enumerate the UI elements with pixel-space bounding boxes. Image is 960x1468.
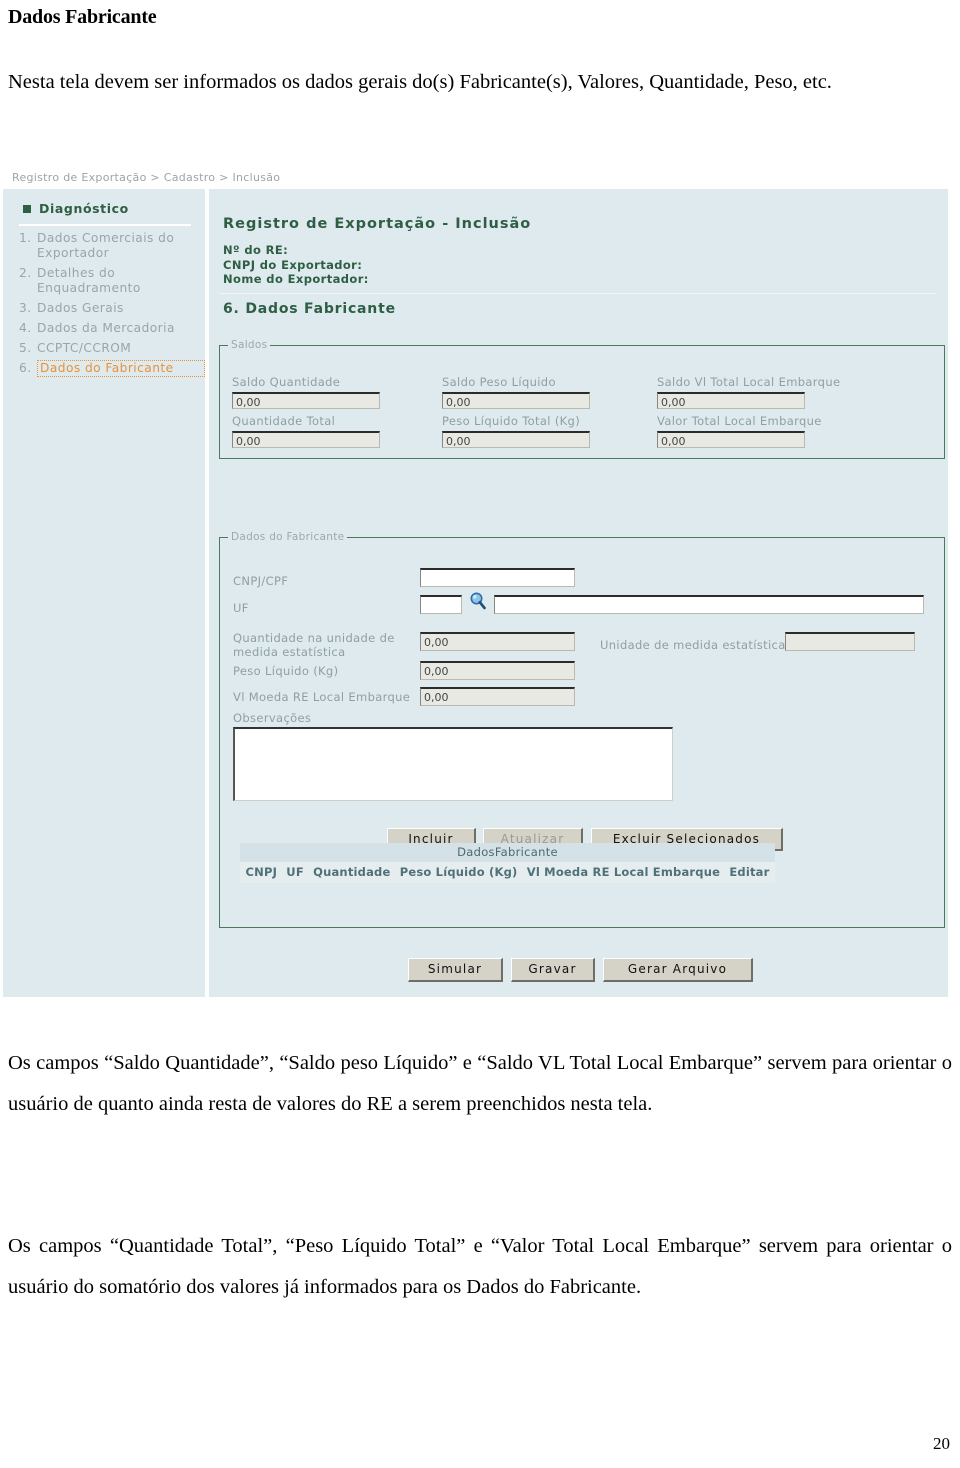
sidebar: Diagnóstico 1. Dados Comerciais do Expor… <box>3 189 207 997</box>
dados-fabricante-legend: Dados do Fabricante <box>231 531 345 543</box>
nome-exportador-label: Nome do Exportador: <box>223 272 369 286</box>
grid-col-peso: Peso Líquido (Kg) <box>399 865 518 879</box>
sidebar-item-label: Detalhes do Enquadramento <box>37 266 141 295</box>
quantidade-total-label: Quantidade Total <box>232 414 336 428</box>
unidade-medida-estatistica-label: Unidade de medida estatística <box>600 638 786 652</box>
saldos-legend: Saldos <box>231 339 268 351</box>
grid-header-row: CNPJ UF Quantidade Peso Líquido (Kg) Vl … <box>240 862 775 883</box>
quantidade-unidade-medida-input[interactable]: 0,00 <box>420 632 575 651</box>
quantidade-total-input[interactable]: 0,00 <box>232 431 380 448</box>
quantidade-unidade-medida-label: Quantidade na unidade de medida estatíst… <box>233 631 395 659</box>
vl-moeda-re-local-embarque-label: Vl Moeda RE Local Embarque <box>233 690 411 704</box>
header-divider <box>219 293 937 294</box>
uf-input[interactable] <box>420 595 462 614</box>
grid-col-editar: Editar <box>729 865 770 879</box>
saldo-quantidade-label: Saldo Quantidade <box>232 375 341 389</box>
sidebar-item-label: Dados Gerais <box>37 301 124 315</box>
valor-total-local-embarque-input[interactable]: 0,00 <box>657 431 805 448</box>
sidebar-item-dados-mercadoria[interactable]: 4. Dados da Mercadoria <box>19 320 205 337</box>
simular-button[interactable]: Simular <box>408 958 503 982</box>
sidebar-diagnostico-label: Diagnóstico <box>39 201 129 216</box>
cnpj-cpf-input[interactable] <box>420 568 575 587</box>
cnpj-cpf-label: CNPJ/CPF <box>233 574 289 588</box>
saldo-peso-liquido-label: Saldo Peso Líquido <box>442 375 556 389</box>
sidebar-item-detalhes-enquadramento[interactable]: 2. Detalhes do Enquadramento <box>19 265 205 297</box>
square-bullet-icon <box>23 204 31 213</box>
sidebar-item-label: Dados Comerciais do Exportador <box>37 231 175 260</box>
main-panel: Registro de Exportação - Inclusão Nº do … <box>209 189 948 997</box>
grid-col-cnpj: CNPJ <box>245 865 278 879</box>
saldos-fieldset: Saldos Saldo Quantidade Saldo Peso Líqui… <box>219 339 945 459</box>
sidebar-item-dados-gerais[interactable]: 3. Dados Gerais <box>19 300 205 317</box>
dados-fabricante-fieldset: Dados do Fabricante CNPJ/CPF UF Quantida… <box>219 531 945 928</box>
sidebar-item-number: 6. <box>19 361 32 375</box>
sidebar-divider <box>19 224 191 226</box>
app-title: Registro de Exportação - Inclusão <box>223 216 532 232</box>
saldo-vl-total-local-embarque-label: Saldo Vl Total Local Embarque <box>657 375 841 389</box>
peso-liquido-total-input[interactable]: 0,00 <box>442 431 590 448</box>
grid-col-uf: UF <box>286 865 304 879</box>
observacoes-textarea[interactable] <box>233 727 673 801</box>
application-screenshot: Registro de Exportação > Cadastro > Incl… <box>0 163 948 999</box>
magnifier-icon[interactable] <box>468 591 488 611</box>
dados-fabricante-grid: DadosFabricante CNPJ UF Quantidade Peso … <box>240 843 775 883</box>
section-title: 6. Dados Fabricante <box>223 301 396 317</box>
vl-moeda-re-local-embarque-input[interactable]: 0,00 <box>420 687 575 706</box>
peso-liquido-input[interactable]: 0,00 <box>420 661 575 680</box>
sidebar-item-number: 1. <box>19 231 32 245</box>
saldo-vl-total-local-embarque-input[interactable]: 0,00 <box>657 392 805 409</box>
sidebar-item-number: 2. <box>19 266 32 280</box>
re-number-label: Nº do RE: <box>223 243 289 257</box>
sidebar-item-number: 5. <box>19 341 32 355</box>
sidebar-item-number: 3. <box>19 301 32 315</box>
gerar-arquivo-button[interactable]: Gerar Arquivo <box>603 958 753 982</box>
sidebar-item-diagnostico[interactable]: Diagnóstico <box>23 201 129 216</box>
sidebar-item-label: CCPTC/CCROM <box>37 341 132 355</box>
unidade-medida-estatistica-input[interactable] <box>785 632 915 651</box>
saldo-quantidade-input[interactable]: 0,00 <box>232 392 380 409</box>
sidebar-item-label: Dados da Mercadoria <box>37 321 175 335</box>
uf-label: UF <box>233 601 249 615</box>
re-info-block: Nº do RE: CNPJ do Exportador: Nome do Ex… <box>223 243 369 287</box>
page-number: 20 <box>933 1434 950 1453</box>
cnpj-exportador-label: CNPJ do Exportador: <box>223 257 363 272</box>
saldo-peso-liquido-input[interactable]: 0,00 <box>442 392 590 409</box>
observacoes-label: Observações <box>233 711 312 725</box>
breadcrumb: Registro de Exportação > Cadastro > Incl… <box>12 171 281 184</box>
sidebar-menu: 1. Dados Comerciais do Exportador 2. Det… <box>19 230 205 381</box>
sidebar-item-ccptc-ccrom[interactable]: 5. CCPTC/CCROM <box>19 340 205 357</box>
grid-caption: DadosFabricante <box>240 843 775 862</box>
explanation-paragraph-1: Os campos “Saldo Quantidade”, “Saldo pes… <box>8 1052 952 1115</box>
sidebar-item-dados-fabricante[interactable]: 6. Dados do Fabricante <box>19 360 205 378</box>
valor-total-local-embarque-label: Valor Total Local Embarque <box>657 414 822 428</box>
peso-liquido-label: Peso Líquido (Kg) <box>233 664 339 678</box>
grid-col-vl-moeda: Vl Moeda RE Local Embarque <box>526 865 721 879</box>
grid-col-quantidade: Quantidade <box>313 865 391 879</box>
uf-name-input[interactable] <box>494 595 924 614</box>
explanation-paragraph-2: Os campos “Quantidade Total”, “Peso Líqu… <box>8 1235 952 1298</box>
page-title: Dados Fabricante <box>8 6 157 28</box>
gravar-button[interactable]: Gravar <box>511 958 595 982</box>
intro-paragraph: Nesta tela devem ser informados os dados… <box>8 71 832 93</box>
peso-liquido-total-label: Peso Líquido Total (Kg) <box>442 414 581 428</box>
sidebar-item-dados-comerciais[interactable]: 1. Dados Comerciais do Exportador <box>19 230 205 262</box>
sidebar-item-label: Dados do Fabricante <box>37 360 205 377</box>
sidebar-item-number: 4. <box>19 321 32 335</box>
